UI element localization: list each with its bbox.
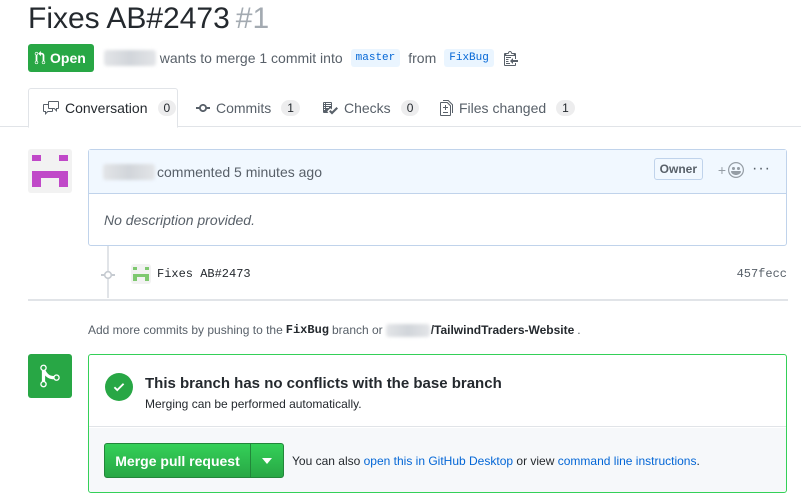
comment-timestamp[interactable]: commented 5 minutes ago	[157, 164, 322, 180]
smiley-icon	[728, 162, 744, 178]
file-diff-icon	[440, 99, 453, 116]
tab-label: Files changed	[459, 99, 547, 116]
from-text: from	[408, 50, 437, 66]
commit-message[interactable]: Fixes AB#2473	[157, 267, 251, 281]
tab-commits[interactable]: Commits 1	[196, 88, 300, 127]
tab-counter: 0	[157, 100, 177, 116]
commit-sha[interactable]: 457fecc	[737, 267, 787, 281]
check-icon	[105, 373, 133, 401]
push-hint: Add more commits by pushing to the FixBu…	[88, 323, 581, 337]
hint-owner	[385, 323, 430, 337]
github-desktop-link[interactable]: open this in GitHub Desktop	[364, 454, 513, 468]
merge-status-subtitle: Merging can be performed automatically.	[145, 397, 362, 411]
pr-tabs: Conversation 0 Commits 1 Checks 0 Files …	[0, 88, 801, 128]
more-options-button[interactable]: ···	[752, 160, 771, 178]
merge-actions: Merge pull request You can also open thi…	[89, 428, 786, 492]
merge-alternatives: You can also open this in GitHub Desktop…	[292, 454, 700, 468]
clipboard-icon[interactable]	[503, 50, 518, 66]
head-branch[interactable]: FixBug	[444, 49, 494, 67]
commit-avatar[interactable]	[131, 264, 151, 284]
merge-pull-request-button[interactable]: Merge pull request	[104, 443, 251, 478]
hint-middle: branch or	[331, 323, 383, 337]
comment-author[interactable]	[103, 163, 155, 180]
owner-badge: Owner	[653, 158, 703, 180]
merge-status-title: This branch has no conflicts with the ba…	[145, 375, 502, 392]
base-branch[interactable]: master	[350, 49, 401, 67]
merge-box: This branch has no conflicts with the ba…	[88, 354, 787, 493]
pr-title: Fixes AB#2473 #1	[28, 2, 269, 36]
hint-suffix: .	[577, 323, 581, 337]
tab-counter: 1	[556, 99, 575, 116]
state-badge: Open	[28, 44, 94, 72]
tab-label: Checks	[344, 99, 391, 116]
tab-label: Conversation	[65, 100, 148, 116]
comment-header: commented 5 minutes ago Owner + ···	[89, 150, 786, 194]
tab-conversation[interactable]: Conversation 0	[28, 88, 178, 128]
hint-repo: /TailwindTraders-Website	[430, 323, 575, 337]
alt-middle: or view	[516, 454, 555, 468]
triangle-down-icon	[262, 457, 272, 464]
pr-meta: Open wants to merge 1 commit into master…	[28, 44, 518, 72]
tab-counter: 1	[281, 99, 300, 116]
pr-number: #1	[235, 2, 270, 35]
alt-suffix: .	[696, 454, 700, 468]
alt-prefix: You can also	[292, 454, 361, 468]
hint-prefix: Add more commits by pushing to the	[88, 323, 283, 337]
hint-branch: FixBug	[285, 323, 329, 337]
merge-status: This branch has no conflicts with the ba…	[89, 355, 786, 427]
command-line-link[interactable]: command line instructions	[558, 454, 697, 468]
tab-checks[interactable]: Checks 0	[322, 88, 420, 127]
git-commit-icon	[196, 103, 210, 112]
git-merge-icon	[28, 354, 72, 398]
tab-files-changed[interactable]: Files changed 1	[440, 88, 575, 127]
avatar[interactable]	[28, 149, 72, 193]
plus-label: +	[717, 162, 726, 178]
merge-method-dropdown[interactable]	[250, 443, 284, 478]
tab-label: Commits	[216, 99, 272, 116]
add-reaction-button[interactable]: +	[718, 162, 744, 178]
comment-box: commented 5 minutes ago Owner + ··· No d…	[88, 149, 787, 246]
git-commit-icon	[101, 270, 115, 280]
merge-description: wants to merge 1 commit into	[159, 50, 343, 66]
pull-request-icon	[34, 51, 46, 65]
state-label: Open	[50, 50, 86, 66]
divider	[28, 299, 788, 301]
comment-discussion-icon	[43, 101, 59, 115]
pr-title-text: Fixes AB#2473	[28, 2, 230, 35]
tab-counter: 0	[400, 99, 420, 116]
author-name[interactable]	[103, 50, 156, 66]
comment-body: No description provided.	[104, 212, 255, 228]
checklist-icon	[323, 101, 338, 114]
